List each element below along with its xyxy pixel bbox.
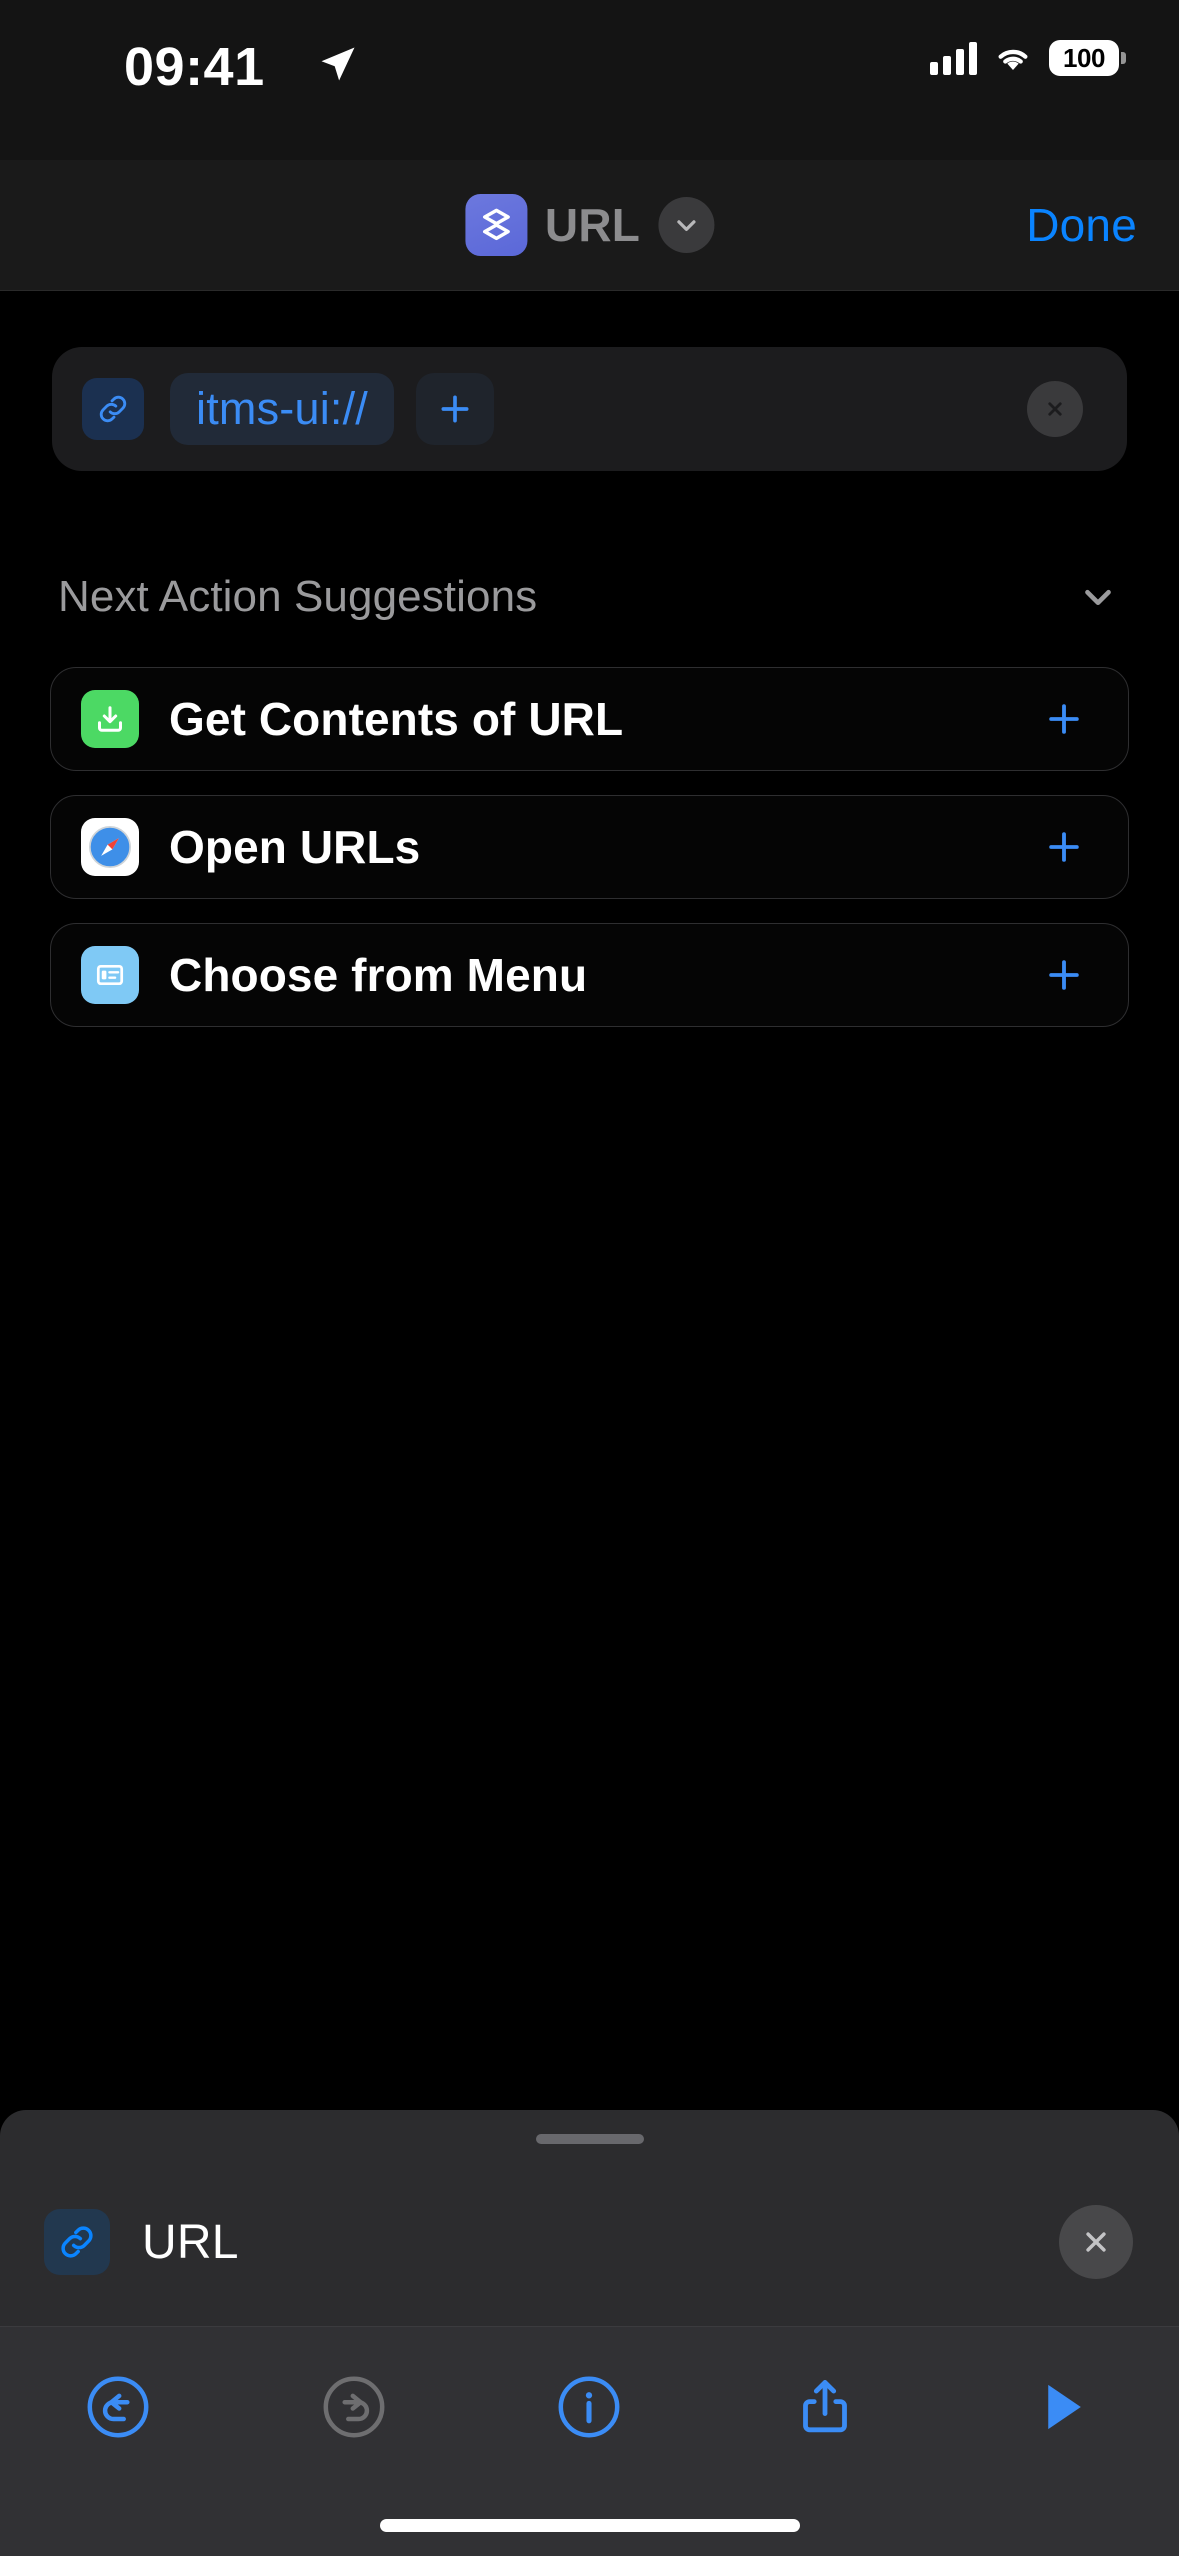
location-arrow-icon <box>321 47 355 81</box>
chevron-down-icon[interactable] <box>658 197 715 253</box>
add-action-button[interactable] <box>1038 693 1090 745</box>
link-icon <box>44 2209 110 2275</box>
list-item-label: Choose from Menu <box>169 949 588 1001</box>
sheet-header: URL <box>0 2158 1179 2326</box>
safari-compass-icon <box>81 818 139 876</box>
undo-button[interactable] <box>53 2357 183 2457</box>
list-item[interactable]: Choose from Menu <box>50 923 1129 1027</box>
list-item[interactable]: Get Contents of URL <box>50 667 1129 771</box>
home-indicator <box>379 2519 800 2532</box>
shortcuts-app-icon <box>464 194 527 256</box>
link-icon <box>82 378 144 440</box>
done-button[interactable]: Done <box>1026 198 1137 252</box>
suggestions-list: Get Contents of URL Open URLs Choose fro… <box>50 667 1129 1051</box>
next-action-suggestions-header[interactable]: Next Action Suggestions <box>58 569 1121 625</box>
run-button[interactable] <box>996 2357 1126 2457</box>
add-action-button[interactable] <box>1038 949 1090 1001</box>
wifi-icon <box>998 49 1028 70</box>
list-item-label: Get Contents of URL <box>169 693 624 745</box>
bottom-sheet: URL <box>0 2110 1179 2556</box>
list-item-label: Open URLs <box>169 821 421 873</box>
status-bar-indicators: 100 <box>930 40 1126 76</box>
add-action-button[interactable] <box>1038 821 1090 873</box>
add-variable-button[interactable] <box>416 373 495 445</box>
sheet-title: URL <box>142 2215 239 2269</box>
page-title: URL <box>544 199 641 251</box>
chevron-down-icon[interactable] <box>1075 574 1121 620</box>
url-action-card[interactable]: itms-ui:// <box>52 347 1127 471</box>
list-item[interactable]: Open URLs <box>50 795 1129 899</box>
redo-button[interactable] <box>289 2357 419 2457</box>
navigation-bar: URL Done <box>0 160 1179 291</box>
clear-url-button[interactable] <box>1027 381 1083 437</box>
battery-indicator: 100 <box>1049 40 1126 76</box>
status-bar-time: 09:41 <box>124 37 265 97</box>
info-button[interactable] <box>524 2357 654 2457</box>
status-bar: 09:41 100 <box>0 0 1179 160</box>
cellular-signal-icon <box>930 41 977 75</box>
download-tray-icon <box>81 690 139 748</box>
shortcuts-editor-screen: 09:41 100 URL Done itms-ui:// Next Actio… <box>0 0 1179 2556</box>
close-sheet-button[interactable] <box>1059 2205 1133 2279</box>
menu-list-icon <box>81 946 139 1004</box>
nav-title-group[interactable]: URL <box>464 194 715 256</box>
suggestions-title: Next Action Suggestions <box>58 572 538 621</box>
share-button[interactable] <box>760 2357 890 2457</box>
sheet-grabber[interactable] <box>535 2134 644 2144</box>
battery-percent: 100 <box>1063 42 1105 73</box>
url-input-value[interactable]: itms-ui:// <box>170 373 395 445</box>
